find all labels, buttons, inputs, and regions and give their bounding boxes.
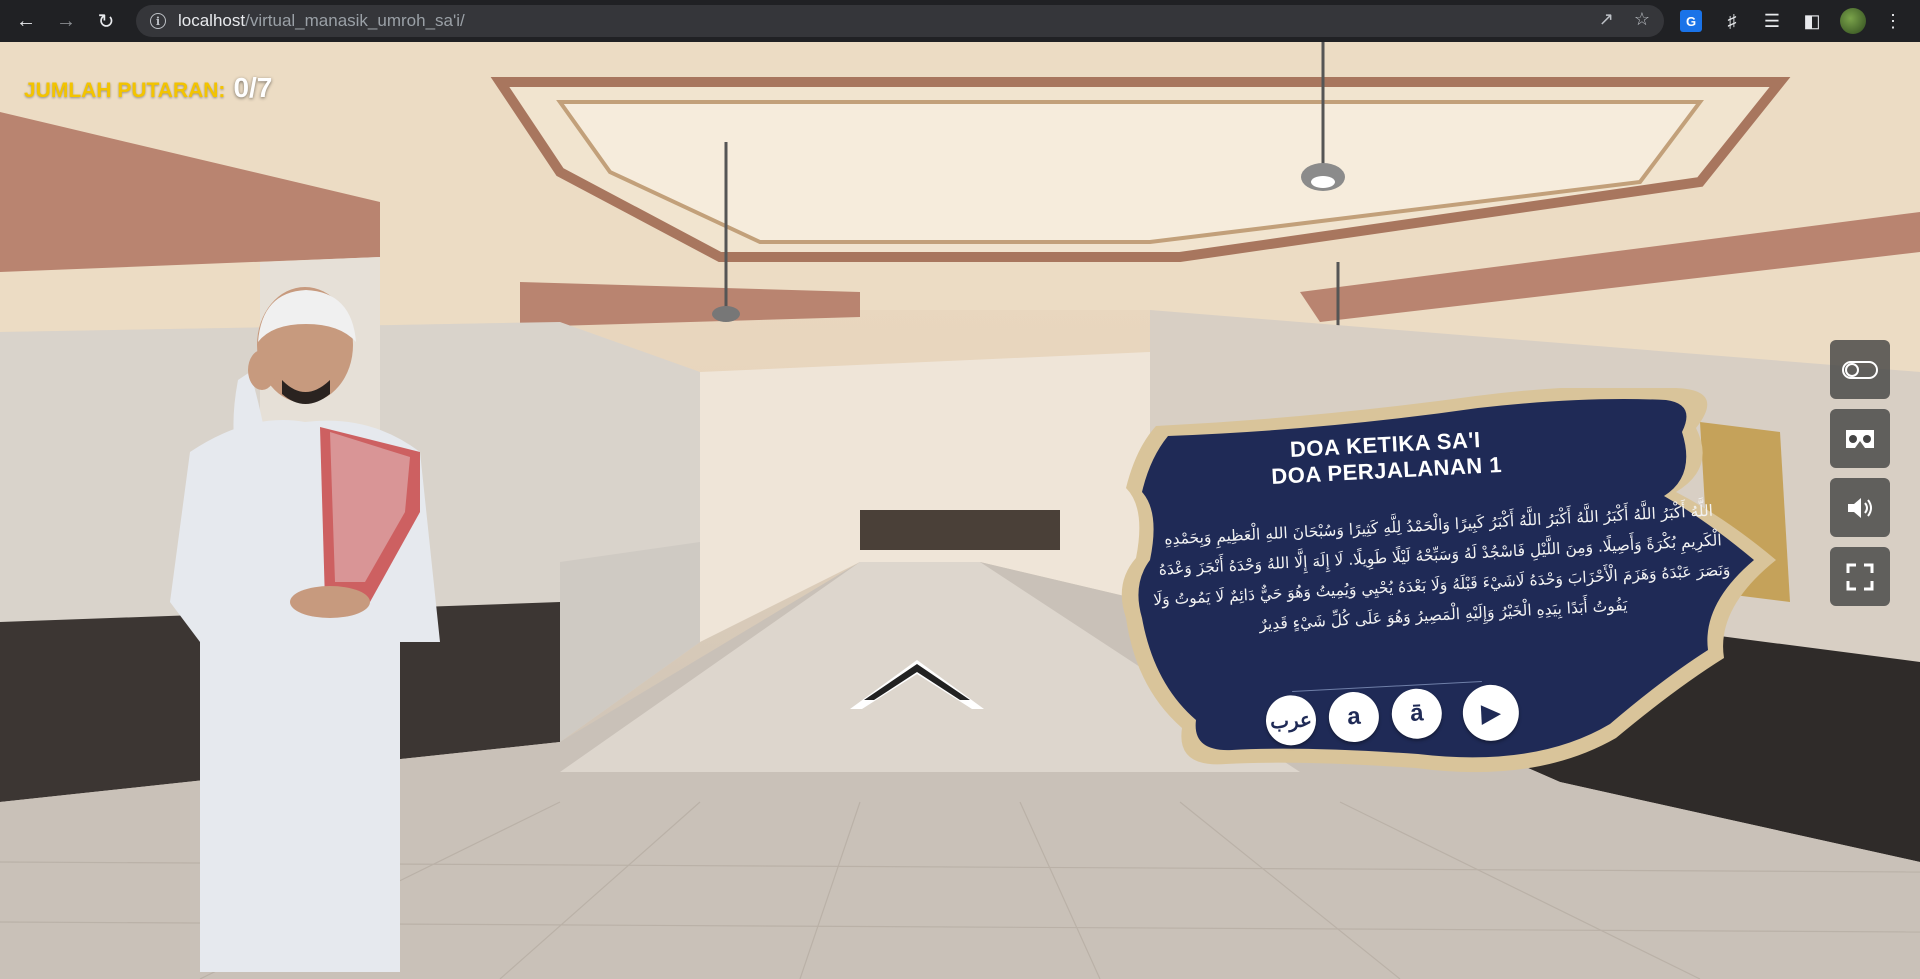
- lap-counter: JUMLAH PUTARAN: 0/7: [24, 72, 272, 104]
- lap-counter-value: 0/7: [233, 72, 273, 103]
- toggle-icon: [1842, 360, 1878, 379]
- more-menu-icon[interactable]: ⋮: [1880, 8, 1906, 34]
- share-icon[interactable]: ↗: [1599, 9, 1614, 30]
- virtual-tour-viewport[interactable]: JUMLAH PUTARAN: 0/7 DOA KETIKA SA'I DOA …: [0, 42, 1920, 979]
- back-arrow-icon[interactable]: ←: [12, 7, 40, 35]
- side-panel-icon[interactable]: ◧: [1799, 8, 1825, 34]
- reload-icon[interactable]: ↻: [92, 7, 120, 35]
- volume-icon: [1848, 497, 1872, 518]
- url-text[interactable]: localhost/virtual_manasik_umroh_sa'i/: [178, 11, 465, 31]
- play-icon: ▶: [1480, 698, 1501, 727]
- latin-long-mode-button[interactable]: ā: [1390, 687, 1444, 740]
- lap-counter-label: JUMLAH PUTARAN:: [24, 79, 226, 102]
- address-bar[interactable]: i localhost/virtual_manasik_umroh_sa'i/ …: [136, 5, 1664, 37]
- fullscreen-icon: [1846, 563, 1874, 590]
- vr-mode-button[interactable]: [1830, 409, 1890, 468]
- extensions-puzzle-icon[interactable]: ♯: [1719, 8, 1745, 34]
- forward-arrow-icon[interactable]: →: [52, 7, 80, 35]
- media-playlist-icon[interactable]: ☰: [1759, 8, 1785, 34]
- google-translate-icon[interactable]: G: [1680, 10, 1702, 32]
- url-path: /virtual_manasik_umroh_sa'i/: [245, 11, 465, 30]
- move-forward-arrow-icon[interactable]: [850, 654, 984, 712]
- browser-toolbar: ← → ↻ i localhost/virtual_manasik_umroh_…: [0, 0, 1920, 42]
- play-audio-button[interactable]: ▶: [1461, 683, 1521, 743]
- bookmark-star-icon[interactable]: ☆: [1634, 9, 1650, 30]
- url-host: localhost: [178, 11, 246, 30]
- latin-mode-button[interactable]: a: [1327, 690, 1381, 744]
- audio-button[interactable]: [1830, 478, 1890, 537]
- site-info-icon[interactable]: i: [150, 13, 166, 29]
- profile-avatar[interactable]: [1840, 8, 1866, 34]
- toggle-view-button[interactable]: [1830, 340, 1890, 399]
- arabic-mode-button[interactable]: عرب: [1264, 694, 1318, 747]
- fullscreen-button[interactable]: [1830, 547, 1890, 606]
- viewer-controls: [1830, 340, 1890, 606]
- vr-headset-icon: [1846, 429, 1874, 448]
- prayer-panel: DOA KETIKA SA'I DOA PERJALANAN 1 اللَّهُ…: [1116, 388, 1776, 784]
